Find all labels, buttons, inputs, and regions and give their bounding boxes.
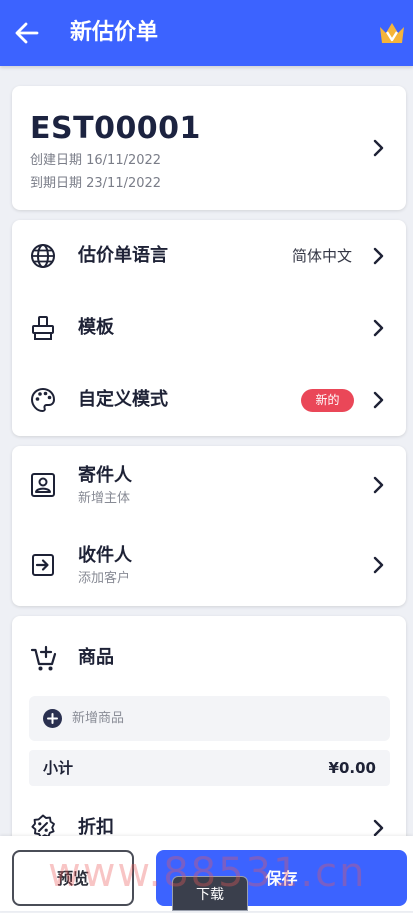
arrow-left-icon[interactable] [14,21,40,45]
subtotal-row: 小计 ¥0.00 [29,750,390,786]
contact-card-icon [30,472,56,498]
sender-sub: 新增主体 [78,491,131,506]
subtotal-value: ¥0.00 [328,759,376,777]
recipient-row[interactable]: 收件人 添加客户 [12,526,406,606]
preview-button[interactable]: 预览 [12,850,134,906]
sender-label: 寄件人 [78,465,132,486]
plus-circle-icon [43,709,62,728]
app-bar: 新估价单 [0,0,413,66]
cart-add-icon [30,644,58,672]
globe-icon [30,243,56,269]
due-date: 到期日期 23/11/2022 [30,176,162,191]
arrow-into-box-icon [30,552,56,578]
bottom-action-bar: 预览 保存 下载 [0,836,413,911]
language-row[interactable]: 估价单语言 简体中文 [12,220,406,292]
download-button[interactable]: 下载 [172,876,248,911]
template-stamp-icon [30,315,56,341]
custom-mode-row[interactable]: 自定义模式 新的 [12,364,406,436]
items-header: 商品 [12,638,406,678]
chevron-right-icon [372,476,384,494]
estimate-card[interactable]: EST00001 创建日期 16/11/2022 到期日期 23/11/2022 [12,86,406,210]
new-badge: 新的 [301,389,354,412]
recipient-label: 收件人 [78,545,132,566]
items-label: 商品 [78,647,114,668]
chevron-right-icon [372,139,384,157]
language-label: 估价单语言 [78,245,168,266]
created-date: 创建日期 16/11/2022 [30,153,162,168]
parties-card: 寄件人 新增主体 收件人 添加客户 [12,446,406,606]
sender-row[interactable]: 寄件人 新增主体 [12,446,406,526]
add-item-text: 新增商品 [72,711,125,726]
custom-mode-label: 自定义模式 [78,389,168,410]
settings-card: 估价单语言 简体中文 模板 自定义模式 新的 [12,220,406,436]
chevron-right-icon [372,391,384,409]
page-title: 新估价单 [70,20,159,45]
chevron-right-icon [372,556,384,574]
crown-icon[interactable] [378,20,406,46]
chevron-right-icon [372,247,384,265]
subtotal-label: 小计 [43,759,74,777]
template-label: 模板 [78,317,114,338]
add-item-button[interactable]: 新增商品 [29,696,390,741]
recipient-sub: 添加客户 [78,571,131,586]
template-row[interactable]: 模板 [12,292,406,364]
chevron-right-icon [372,819,384,837]
palette-icon [30,387,56,413]
estimate-number: EST00001 [30,111,201,146]
chevron-right-icon [372,319,384,337]
language-value: 简体中文 [291,247,352,265]
